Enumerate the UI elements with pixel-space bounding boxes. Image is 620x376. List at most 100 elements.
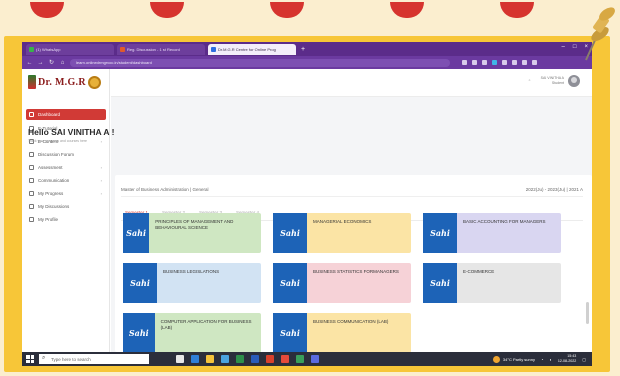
- network-icon[interactable]: ◔: [541, 357, 543, 362]
- search-icon: ⌕: [42, 355, 46, 361]
- sidebar-item-label: My Discussions: [38, 203, 70, 209]
- course-card[interactable]: Sahi BUSINESS STATISTICS FORMANAGERS: [273, 263, 411, 303]
- store-icon[interactable]: [221, 355, 229, 363]
- notification-icon[interactable]: ▢: [582, 357, 586, 362]
- chevron-right-icon: ›: [100, 164, 102, 170]
- app-icon[interactable]: [311, 355, 319, 363]
- sidebar-item-dashboard[interactable]: Dashboard: [26, 109, 106, 120]
- home-icon[interactable]: ⌂: [59, 60, 66, 66]
- taskbar-apps: [176, 355, 319, 363]
- profile-icon[interactable]: [522, 60, 527, 65]
- decorative-shape: [150, 2, 184, 18]
- bell-icon[interactable]: ◦: [529, 78, 531, 84]
- clock[interactable]: 15:43 12-08-2022: [558, 354, 576, 364]
- avatar[interactable]: [568, 75, 580, 87]
- push-pin-icon: [585, 7, 615, 61]
- excel-icon[interactable]: [236, 355, 244, 363]
- url-field[interactable]: learn.onlinedrmgrvoc.in/student/dashboar…: [70, 58, 450, 67]
- course-card[interactable]: Sahi BASIC ACCOUNTING FOR MANAGERS: [423, 213, 561, 253]
- course-title: MANAGERIAL ECONOMICS: [313, 219, 372, 224]
- program-batch: 2022(Ju) - 2023(Ju) | 2021 A: [525, 187, 583, 192]
- course-card[interactable]: Sahi BUSINESS LEGISLATIONS: [123, 263, 261, 303]
- decorative-shape: [30, 2, 64, 18]
- sidebar: Dr. M.G.R Dashboard E-Tutorial E-Content…: [22, 69, 110, 352]
- extension-icons: [462, 60, 537, 65]
- app-icon[interactable]: [296, 355, 304, 363]
- file-explorer-icon[interactable]: [206, 355, 214, 363]
- university-logo[interactable]: Dr. M.G.R: [28, 72, 102, 92]
- course-card[interactable]: Sahi MANAGERIAL ECONOMICS: [273, 213, 411, 253]
- sidebar-item-my-discussions[interactable]: My Discussions: [26, 201, 106, 211]
- program-name: Master of Business Administration | Gene…: [121, 187, 209, 192]
- volume-icon[interactable]: ◖: [549, 357, 551, 362]
- extension-icon[interactable]: [472, 60, 477, 65]
- tab-label: Reg. Discussion - 1 st Record: [127, 46, 180, 52]
- user-icon: [29, 216, 34, 222]
- sidebar-item-label: Discussion Forum: [38, 151, 75, 157]
- decorative-shape: [270, 2, 304, 18]
- chrome-icon[interactable]: [281, 355, 289, 363]
- windows-taskbar: ⌕ Type here to search 34°C Partly sunny …: [22, 352, 592, 366]
- sidebar-item-discussion-forum[interactable]: Discussion Forum: [26, 149, 106, 159]
- browser-tab-whatsapp[interactable]: (1) WhatsApp: [26, 43, 114, 55]
- course-title: COMPUTER APPLICATION FOR BUSINESS (LAB): [160, 319, 252, 330]
- sun-icon: [492, 355, 500, 363]
- sidebar-item-assessment[interactable]: Assessment ›: [26, 162, 106, 172]
- weather-widget[interactable]: 34°C Partly sunny: [492, 355, 535, 363]
- minimize-icon[interactable]: –: [562, 44, 565, 50]
- laptop-screen: (1) WhatsApp Reg. Discussion - 1 st Reco…: [22, 42, 592, 366]
- sidebar-item-label: My Progress: [38, 190, 64, 196]
- extension-icon[interactable]: [492, 60, 497, 65]
- course-card[interactable]: Sahi E-COMMERCE: [423, 263, 561, 303]
- tab-label: (1) WhatsApp: [36, 46, 61, 52]
- dashboard-icon: [29, 112, 34, 117]
- course-badge: Sahi: [273, 313, 307, 353]
- extension-icon[interactable]: [512, 60, 517, 65]
- scrollbar[interactable]: [586, 302, 589, 324]
- course-card[interactable]: Sahi BUSINESS COMMUNICATION (LAB): [273, 313, 411, 353]
- course-title: BUSINESS LEGISLATIONS: [163, 269, 220, 274]
- system-tray: 34°C Partly sunny ◔ ◖ 15:43 12-08-2022 ▢: [492, 354, 586, 364]
- windows-start-icon[interactable]: [26, 355, 34, 363]
- menu-icon[interactable]: [532, 60, 537, 65]
- back-arrow-icon[interactable]: ←: [26, 60, 33, 66]
- course-badge: Sahi: [423, 263, 457, 303]
- course-title: BUSINESS COMMUNICATION (LAB): [313, 319, 389, 324]
- reload-icon[interactable]: ↻: [48, 59, 55, 66]
- extension-icon[interactable]: [482, 60, 487, 65]
- browser-tab-mgr-centre[interactable]: Dr.M.G.R Centre for Online Prog: [208, 43, 296, 55]
- course-badge: Sahi: [273, 213, 307, 253]
- weather-text: 34°C Partly sunny: [502, 356, 535, 362]
- sidebar-item-my-profile[interactable]: My Profile: [26, 214, 106, 224]
- greeting-title: Hello SAI VINITHA A !: [28, 127, 115, 137]
- browser-tab-bar: (1) WhatsApp Reg. Discussion - 1 st Reco…: [22, 42, 592, 56]
- sidebar-item-label: Assessment: [38, 164, 63, 170]
- discussion-icon: [29, 203, 34, 209]
- forward-arrow-icon[interactable]: →: [37, 60, 44, 66]
- course-badge: Sahi: [423, 213, 457, 253]
- user-role: Student: [551, 81, 564, 85]
- progress-icon: [29, 190, 34, 196]
- taskbar-search-input[interactable]: ⌕ Type here to search: [39, 354, 149, 364]
- task-view-icon[interactable]: [176, 355, 184, 363]
- course-card[interactable]: Sahi PRINCIPLES OF MANAGEMENT AND BEHAVI…: [123, 213, 261, 253]
- extension-icon[interactable]: [502, 60, 507, 65]
- edge-icon[interactable]: [191, 355, 199, 363]
- decorative-top-strip: [0, 0, 620, 36]
- new-tab-button[interactable]: +: [301, 46, 305, 53]
- extension-icon[interactable]: [462, 60, 467, 65]
- word-icon[interactable]: [251, 355, 259, 363]
- course-badge: Sahi: [123, 313, 155, 353]
- sidebar-item-communication[interactable]: Communication ›: [26, 175, 106, 185]
- forum-icon: [29, 151, 34, 157]
- sidebar-item-my-progress[interactable]: My Progress ›: [26, 188, 106, 198]
- sidebar-item-label: Dashboard: [38, 112, 61, 117]
- user-menu[interactable]: ◦ SAI VINITHA A Student: [529, 75, 580, 87]
- browser-tab-discussion[interactable]: Reg. Discussion - 1 st Record: [117, 43, 205, 55]
- course-title: PRINCIPLES OF MANAGEMENT AND BEHAVIOURAL…: [155, 219, 234, 230]
- whatsapp-icon: [29, 46, 34, 52]
- powerpoint-icon[interactable]: [266, 355, 274, 363]
- course-card[interactable]: Sahi COMPUTER APPLICATION FOR BUSINESS (…: [123, 313, 261, 353]
- browser-address-bar: ← → ↻ ⌂ learn.onlinedrmgrvoc.in/student/…: [22, 56, 592, 69]
- chevron-right-icon: ›: [100, 190, 102, 196]
